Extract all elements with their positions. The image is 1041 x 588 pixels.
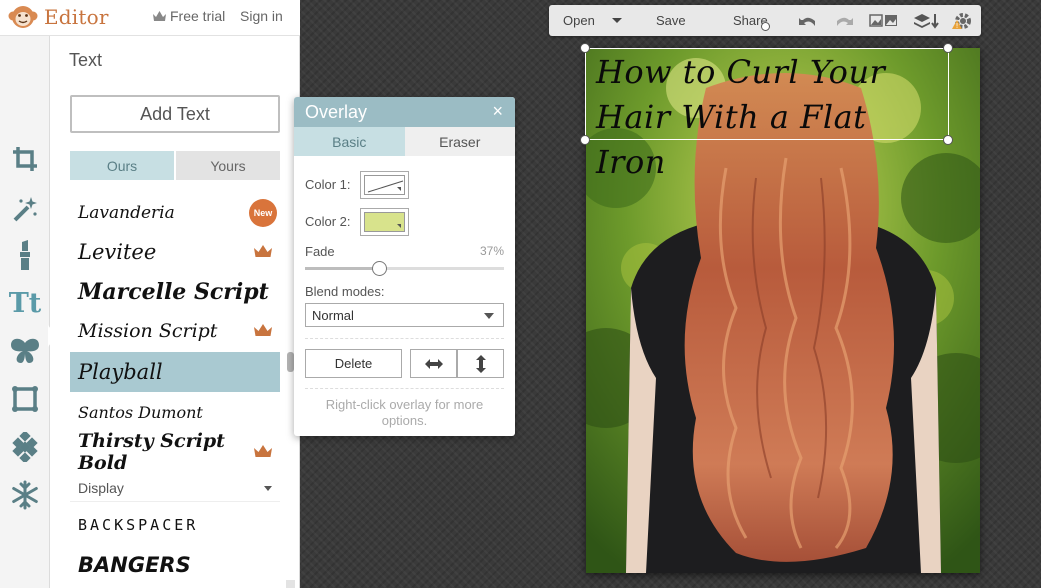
blend-mode-value: Normal (312, 307, 354, 323)
add-text-button[interactable]: Add Text (70, 95, 280, 133)
lipstick-touch-up-icon[interactable] (8, 238, 42, 272)
blend-modes-label: Blend modes: (305, 284, 385, 299)
font-name: Mission Script (78, 320, 218, 342)
crown-icon (153, 11, 166, 21)
font-name: Thirsty Script Bold (78, 430, 225, 474)
overlay-tabs: Basic Eraser (294, 127, 515, 156)
free-trial-label: Free trial (170, 8, 226, 24)
font-item-playball[interactable]: Playball (70, 352, 280, 392)
texture-pattern-icon[interactable] (8, 430, 42, 464)
open-menu-chevron-icon[interactable] (612, 18, 622, 23)
font-item-thirsty-script-bold[interactable]: Thirsty Script Bold (70, 430, 280, 474)
divider (305, 338, 504, 339)
settings-gear-icon[interactable]: ! (952, 12, 972, 30)
flip-vertical-button[interactable] (457, 349, 504, 378)
panel-scrollbar-thumb[interactable] (287, 352, 294, 372)
new-badge: New (249, 199, 277, 227)
color1-swatch[interactable] (360, 171, 409, 199)
header-bar: Editor Free trial Sign in (0, 0, 300, 36)
app-logo[interactable]: Editor (8, 4, 109, 30)
resize-handle-bottom-right[interactable] (943, 135, 953, 145)
font-item-mission-script[interactable]: Mission Script (70, 311, 280, 351)
redo-icon[interactable] (834, 12, 854, 30)
font-name: Marcelle Script (78, 279, 269, 305)
compare-images-icon[interactable] (869, 12, 899, 30)
free-trial-link[interactable]: Free trial (153, 8, 225, 24)
tab-yours[interactable]: Yours (176, 151, 280, 180)
tab-ours[interactable]: Ours (70, 151, 174, 180)
rotate-handle[interactable] (761, 22, 770, 31)
fade-slider-track[interactable] (305, 267, 504, 270)
transparent-color-icon (367, 180, 404, 193)
chevron-down-icon (484, 313, 494, 319)
fade-slider-knob[interactable] (371, 261, 387, 276)
resize-handle-top-left[interactable] (580, 43, 590, 53)
canvas-text-overlay[interactable]: How to Curl Your Hair With a Flat Iron (596, 50, 946, 185)
tab-basic[interactable]: Basic (294, 127, 405, 156)
font-name: Lavanderia (78, 203, 175, 223)
font-name: Playball (78, 360, 163, 384)
flip-vertical-icon (475, 354, 486, 373)
color2-swatch[interactable] (360, 208, 409, 236)
resize-handle-top-right[interactable] (943, 43, 953, 53)
overlay-dialog-title: Overlay (305, 101, 368, 122)
flip-horizontal-button[interactable] (410, 349, 457, 378)
panel-scrollbar-track[interactable] (286, 580, 295, 588)
overlay-dialog: Overlay × Basic Eraser Color 1: Color 2:… (294, 97, 515, 436)
save-button[interactable]: Save (656, 13, 686, 28)
fade-value: 37% (479, 244, 504, 258)
delete-overlay-button[interactable]: Delete (305, 349, 402, 378)
layers-icon[interactable] (913, 12, 939, 30)
tool-rail: Tt (0, 36, 58, 588)
flip-horizontal-icon (424, 358, 443, 369)
panel-title: Text (69, 50, 103, 70)
snowflake-seasonal-icon[interactable] (8, 478, 42, 512)
editor-toolbar: Open Save Share ! (549, 5, 981, 36)
font-item-backspacer[interactable]: BACKSPACER (70, 505, 280, 545)
font-item-bangers[interactable]: BANGERS (70, 545, 280, 585)
sign-in-link[interactable]: Sign in (240, 8, 283, 24)
fade-label: Fade (305, 244, 335, 259)
app-name: Editor (44, 5, 109, 29)
font-item-lavanderia[interactable]: Lavanderia New (70, 193, 280, 233)
chevron-down-icon (264, 486, 272, 491)
font-category-select[interactable]: Display (70, 474, 280, 502)
frame-tool-icon[interactable] (8, 382, 42, 416)
crop-tool-icon[interactable] (8, 142, 42, 176)
overlay-hint-text: Right-click overlay for more options. (325, 397, 484, 428)
close-icon[interactable]: × (492, 101, 503, 122)
font-category-value: Display (78, 479, 124, 496)
color2-label: Color 2: (305, 214, 351, 229)
crown-icon (254, 445, 272, 457)
overlay-dialog-header[interactable]: Overlay × (294, 97, 515, 127)
divider (305, 388, 504, 389)
butterfly-overlays-icon[interactable] (8, 334, 42, 368)
font-name: BANGERS (78, 553, 191, 577)
undo-icon[interactable] (798, 12, 818, 30)
svg-text:!: ! (956, 22, 959, 30)
monkey-logo-icon (8, 6, 38, 28)
font-name: BACKSPACER (78, 516, 199, 534)
font-name: Santos Dumont (78, 402, 203, 422)
font-item-levitee[interactable]: Levitee (70, 232, 280, 272)
crown-icon (254, 245, 272, 257)
open-button[interactable]: Open (563, 13, 595, 28)
font-item-marcelle-script[interactable]: Marcelle Script (70, 272, 280, 312)
text-tool-icon[interactable]: Tt (8, 286, 42, 320)
blend-mode-select[interactable]: Normal (305, 303, 504, 327)
font-name: Levitee (78, 240, 157, 264)
text-panel: Text Add Text Ours Yours Lavanderia New … (50, 36, 300, 588)
font-item-santos-dumont[interactable]: Santos Dumont (70, 392, 280, 432)
color1-label: Color 1: (305, 177, 351, 192)
tab-eraser[interactable]: Eraser (404, 127, 515, 156)
crown-icon (254, 324, 272, 336)
resize-handle-bottom-left[interactable] (580, 135, 590, 145)
magic-wand-effects-icon[interactable] (8, 192, 42, 226)
